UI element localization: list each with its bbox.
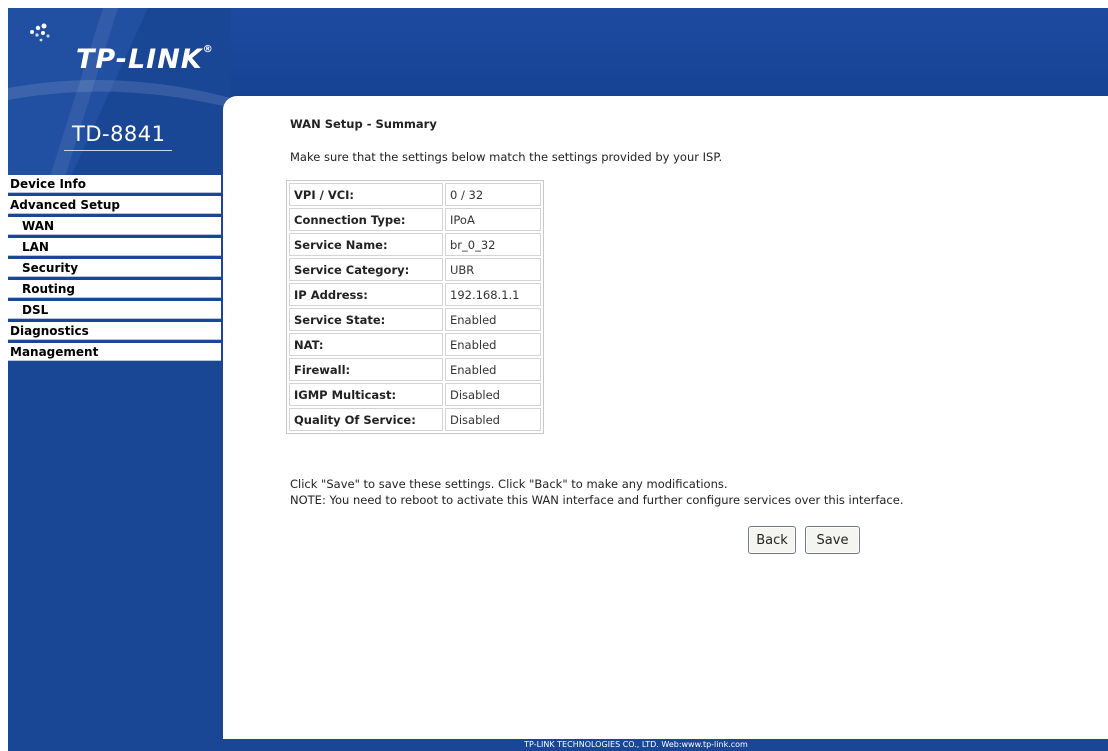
brand-logo: TP-LINK® (76, 44, 214, 75)
summary-value: br_0_32 (445, 233, 541, 256)
table-row: Firewall: Enabled (289, 358, 541, 381)
summary-value: 0 / 32 (445, 183, 541, 206)
save-button[interactable]: Save (805, 526, 860, 554)
summary-value: Disabled (445, 408, 541, 431)
menu-item-device-info[interactable]: Device Info (8, 175, 221, 193)
summary-value: Enabled (445, 358, 541, 381)
menu-item-advanced-setup[interactable]: Advanced Setup (8, 196, 221, 214)
table-row: NAT: Enabled (289, 333, 541, 356)
page-title: WAN Setup - Summary (290, 117, 437, 131)
reboot-note: NOTE: You need to reboot to activate thi… (290, 493, 904, 507)
summary-key: Quality Of Service: (289, 408, 443, 431)
model-name: TD-8841 (72, 122, 166, 146)
summary-key: Firewall: (289, 358, 443, 381)
table-row: VPI / VCI: 0 / 32 (289, 183, 541, 206)
table-row: Service Category: UBR (289, 258, 541, 281)
page: TP-LINK® TD-8841 Device Info Advanced Se… (0, 0, 1108, 751)
save-instructions: Click "Save" to save these settings. Cli… (290, 477, 728, 491)
sidebar-menu: Device Info Advanced Setup WAN LAN Secur… (8, 175, 221, 364)
footer: TP-LINK TECHNOLOGIES CO., LTD. Web:www.t… (8, 739, 1108, 751)
summary-key: Service Name: (289, 233, 443, 256)
summary-key: Service Category: (289, 258, 443, 281)
back-button[interactable]: Back (748, 526, 796, 554)
table-row: Service State: Enabled (289, 308, 541, 331)
summary-value: Enabled (445, 333, 541, 356)
table-row: Connection Type: IPoA (289, 208, 541, 231)
brand-logo-text: TP-LINK (76, 44, 203, 75)
intro-text: Make sure that the settings below match … (290, 150, 723, 164)
menu-item-wan[interactable]: WAN (8, 217, 221, 235)
menu-item-routing[interactable]: Routing (8, 280, 221, 298)
summary-key: IP Address: (289, 283, 443, 306)
summary-key: Connection Type: (289, 208, 443, 231)
menu-item-security[interactable]: Security (8, 259, 221, 277)
menu-item-management[interactable]: Management (8, 343, 221, 361)
summary-value: UBR (445, 258, 541, 281)
menu-item-lan[interactable]: LAN (8, 238, 221, 256)
table-row: Service Name: br_0_32 (289, 233, 541, 256)
menu-item-dsl[interactable]: DSL (8, 301, 221, 319)
table-row: IP Address: 192.168.1.1 (289, 283, 541, 306)
summary-key: IGMP Multicast: (289, 383, 443, 406)
summary-key: Service State: (289, 308, 443, 331)
summary-key: VPI / VCI: (289, 183, 443, 206)
trademark: ® (202, 44, 214, 55)
table-row: Quality Of Service: Disabled (289, 408, 541, 431)
summary-value: Disabled (445, 383, 541, 406)
summary-value: IPoA (445, 208, 541, 231)
summary-key: NAT: (289, 333, 443, 356)
summary-value: Enabled (445, 308, 541, 331)
table-row: IGMP Multicast: Disabled (289, 383, 541, 406)
model-underline (64, 150, 172, 151)
summary-table: VPI / VCI: 0 / 32 Connection Type: IPoA Se… (286, 180, 544, 434)
logo-dots-icon (30, 23, 50, 42)
left-panel: TP-LINK® TD-8841 (8, 8, 231, 743)
menu-item-diagnostics[interactable]: Diagnostics (8, 322, 221, 340)
summary-value: 192.168.1.1 (445, 283, 541, 306)
footer-text: TP-LINK TECHNOLOGIES CO., LTD. Web:www.t… (524, 740, 748, 749)
